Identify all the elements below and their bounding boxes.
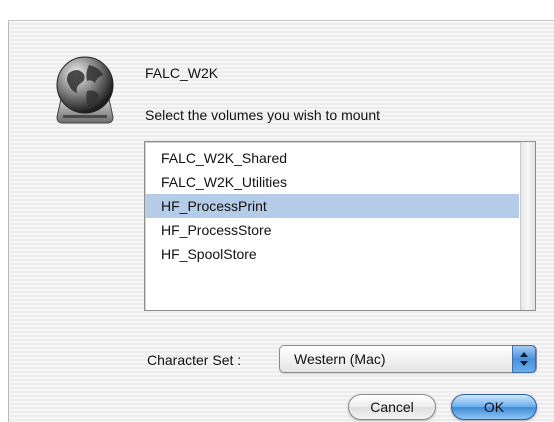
charset-select[interactable]: Western (Mac) [279,345,537,373]
charset-selected-value: Western (Mac) [294,351,386,367]
server-name: FALC_W2K [145,65,219,81]
volume-item-selected[interactable]: HF_ProcessPrint [145,194,519,218]
volume-item[interactable]: HF_SpoolStore [145,242,519,266]
volume-list[interactable]: FALC_W2K_Shared FALC_W2K_Utilities HF_Pr… [144,141,536,311]
globe-server-icon [51,51,119,127]
mount-prompt: Select the volumes you wish to mount [145,107,381,123]
cancel-button[interactable]: Cancel [348,394,436,420]
volume-item[interactable]: FALC_W2K_Utilities [145,170,519,194]
updown-arrows-icon [512,345,536,373]
volume-item[interactable]: FALC_W2K_Shared [145,146,519,170]
volume-item[interactable]: HF_ProcessStore [145,218,519,242]
charset-label: Character Set : [147,352,242,368]
volume-list-scrollbar[interactable] [520,142,535,310]
mount-volumes-dialog: FALC_W2K Select the volumes you wish to … [8,20,554,422]
ok-button[interactable]: OK [451,394,537,420]
